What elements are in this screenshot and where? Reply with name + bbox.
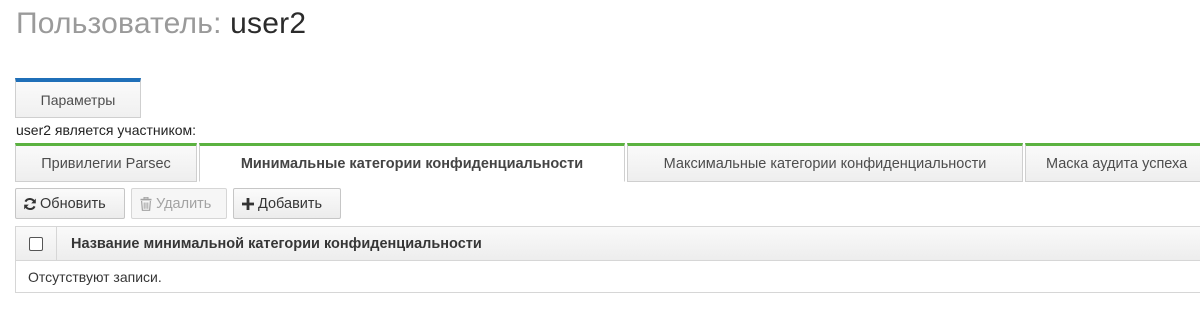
- primary-tabs: Параметры: [15, 78, 141, 118]
- refresh-button-label: Обновить: [40, 195, 106, 212]
- delete-button-label: Удалить: [156, 195, 212, 212]
- page-title-prefix: Пользователь:: [16, 7, 231, 40]
- column-header-category-name[interactable]: Название минимальной категории конфиденц…: [57, 227, 1200, 260]
- tab-parameters[interactable]: Параметры: [15, 78, 141, 118]
- delete-button[interactable]: Удалить: [131, 188, 227, 219]
- add-button[interactable]: Добавить: [233, 188, 341, 219]
- tab-min-confidentiality-categories[interactable]: Минимальные категории конфиденциальности: [199, 143, 625, 182]
- page-title-user: user2: [230, 7, 307, 40]
- tab-audit-success-mask[interactable]: Маска аудита успеха: [1025, 143, 1200, 182]
- categories-table: Название минимальной категории конфиденц…: [15, 226, 1200, 293]
- refresh-icon: [23, 197, 37, 211]
- page-title: Пользователь: user2: [16, 7, 306, 41]
- membership-label: user2 является участником:: [16, 122, 197, 138]
- membership-tabs: Привилегии Parsec Минимальные категории …: [15, 143, 1200, 182]
- table-toolbar: Обновить Удалить Добавить: [15, 188, 341, 219]
- plus-icon: [241, 197, 255, 211]
- user-details-page: Пользователь: user2 Параметры user2 явля…: [0, 0, 1200, 335]
- trash-icon: [139, 196, 153, 211]
- tab-parsec-privileges[interactable]: Привилегии Parsec: [15, 143, 197, 182]
- refresh-button[interactable]: Обновить: [15, 188, 125, 219]
- tab-max-confidentiality-categories[interactable]: Максимальные категории конфиденциальност…: [627, 143, 1023, 182]
- select-all-cell: [16, 227, 57, 260]
- empty-table-message: Отсутствуют записи.: [16, 261, 1200, 292]
- table-header: Название минимальной категории конфиденц…: [16, 227, 1200, 261]
- add-button-label: Добавить: [258, 195, 323, 212]
- select-all-checkbox[interactable]: [29, 236, 43, 251]
